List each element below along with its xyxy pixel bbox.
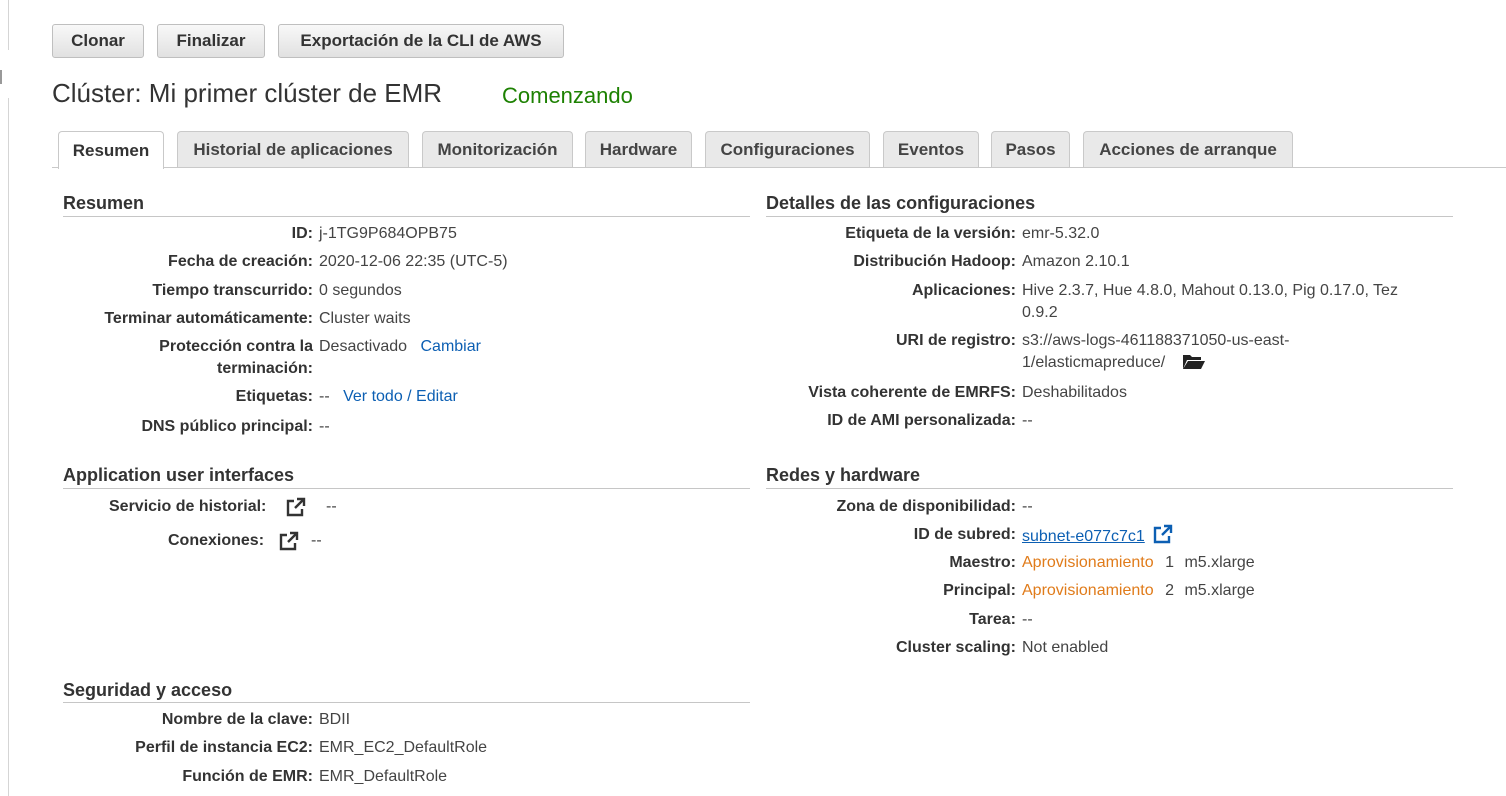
master-count: 1 bbox=[1165, 554, 1174, 571]
custom-ami-value: -- bbox=[1022, 412, 1033, 429]
termination-protection-value: Desactivado Cambiar bbox=[319, 336, 481, 358]
core-status: Aprovisionamiento bbox=[1022, 582, 1154, 599]
left-border-top bbox=[8, 0, 9, 50]
tab-summary[interactable]: Resumen bbox=[58, 131, 164, 169]
created-label: Fecha de creación: bbox=[168, 253, 313, 270]
instance-profile-label: Perfil de instancia EC2: bbox=[135, 739, 313, 756]
task-label: Tarea: bbox=[969, 611, 1016, 628]
applications-value-line2: 0.9.2 bbox=[1022, 304, 1058, 321]
created-value: 2020-12-06 22:35 (UTC-5) bbox=[319, 253, 508, 270]
app-ui-section-title: Application user interfaces bbox=[63, 465, 295, 485]
cluster-status: Comenzando bbox=[502, 83, 633, 108]
autoterminate-label: Terminar automáticamente: bbox=[104, 310, 313, 327]
change-protection-link[interactable]: Cambiar bbox=[421, 338, 481, 355]
tab-events[interactable]: Eventos bbox=[883, 131, 979, 168]
app-ui-section-rule bbox=[63, 488, 750, 489]
hadoop-value: Amazon 2.10.1 bbox=[1022, 253, 1130, 270]
tags-empty: -- bbox=[319, 388, 330, 405]
config-section-rule bbox=[766, 216, 1453, 217]
termination-protection-state: Desactivado bbox=[319, 338, 408, 355]
log-uri-line1: s3://aws-logs-461188371050-us-east- bbox=[1022, 332, 1290, 349]
page-title: Clúster: Mi primer clúster de EMR bbox=[52, 78, 443, 108]
key-name-value: BDII bbox=[319, 711, 351, 728]
core-label: Principal: bbox=[943, 582, 1016, 599]
log-uri-label: URI de registro: bbox=[895, 332, 1016, 349]
subnet-label: ID de subred: bbox=[913, 526, 1016, 543]
emrfs-label: Vista coherente de EMRFS: bbox=[808, 384, 1016, 401]
master-value: Aprovisionamiento 1 m5.xlarge bbox=[1022, 552, 1255, 574]
tab-configurations[interactable]: Configuraciones bbox=[705, 131, 870, 168]
tags-label: Etiquetas: bbox=[235, 388, 313, 405]
release-label: Etiqueta de la versión: bbox=[845, 225, 1016, 242]
key-name-label: Nombre de la clave: bbox=[161, 711, 313, 728]
tags-value: -- Ver todo / Editar bbox=[319, 386, 458, 408]
emr-role-value: EMR_DefaultRole bbox=[319, 768, 448, 785]
cluster-scaling-value: Not enabled bbox=[1022, 639, 1109, 656]
termination-protection-label-line2: terminación: bbox=[216, 360, 313, 377]
config-section-title: Detalles de las configuraciones bbox=[766, 193, 1036, 213]
network-section-rule bbox=[766, 488, 1453, 489]
elapsed-value: 0 segundos bbox=[319, 282, 402, 299]
applications-label: Aplicaciones: bbox=[911, 282, 1016, 299]
connections-label: Conexiones: bbox=[168, 532, 265, 549]
applications-value: Hive 2.3.7, Hue 4.8.0, Mahout 0.13.0, Pi… bbox=[1022, 280, 1398, 324]
task-value: -- bbox=[1022, 611, 1033, 628]
history-server-label: Servicio de historial: bbox=[109, 498, 267, 515]
export-cli-button[interactable]: Exportación de la CLI de AWS bbox=[278, 24, 564, 58]
history-external-link-icon[interactable] bbox=[286, 497, 306, 522]
subnet-external-link-icon[interactable] bbox=[1153, 524, 1173, 551]
connections-value: -- bbox=[311, 532, 322, 549]
emr-role-label: Función de EMR: bbox=[182, 768, 313, 785]
public-dns-value: -- bbox=[319, 418, 330, 435]
tab-bootstrap-actions[interactable]: Acciones de arranque bbox=[1083, 131, 1293, 168]
left-border bbox=[8, 98, 9, 796]
tab-monitoring[interactable]: Monitorización bbox=[422, 131, 573, 168]
availability-zone-label: Zona de disponibilidad: bbox=[836, 498, 1016, 515]
finish-button[interactable]: Finalizar bbox=[157, 24, 265, 58]
elapsed-label: Tiempo transcurrido: bbox=[152, 282, 313, 299]
termination-protection-label-line1: Protección contra la bbox=[159, 338, 313, 355]
tab-steps[interactable]: Pasos bbox=[991, 131, 1070, 168]
folder-icon[interactable] bbox=[1182, 352, 1206, 377]
autoterminate-value: Cluster waits bbox=[319, 310, 411, 327]
tab-hardware[interactable]: Hardware bbox=[585, 131, 692, 168]
emrfs-value: Deshabilitados bbox=[1022, 384, 1127, 401]
public-dns-label: DNS público principal: bbox=[141, 418, 313, 435]
clone-button[interactable]: Clonar bbox=[52, 24, 144, 58]
summary-section-rule bbox=[63, 216, 750, 217]
security-section-rule bbox=[63, 702, 750, 703]
core-count: 2 bbox=[1165, 582, 1174, 599]
custom-ami-label: ID de AMI personalizada: bbox=[827, 412, 1016, 429]
release-value: emr-5.32.0 bbox=[1022, 225, 1100, 242]
master-label: Maestro: bbox=[949, 554, 1016, 571]
log-uri-value: s3://aws-logs-461188371050-us-east- 1/el… bbox=[1022, 330, 1289, 377]
left-border-mark bbox=[0, 70, 2, 84]
termination-protection-label: Protección contra la terminación: bbox=[159, 336, 313, 380]
history-server-row: Servicio de historial: bbox=[109, 496, 266, 518]
id-label: ID: bbox=[291, 225, 313, 242]
instance-profile-value: EMR_EC2_DefaultRole bbox=[319, 739, 488, 756]
id-value: j-1TG9P684OPB75 bbox=[319, 225, 457, 242]
log-uri-line2: 1/elasticmapreduce/ bbox=[1022, 354, 1166, 371]
summary-section-title: Resumen bbox=[63, 193, 145, 213]
network-section-title: Redes y hardware bbox=[766, 465, 921, 485]
master-status: Aprovisionamiento bbox=[1022, 554, 1154, 571]
subnet-link[interactable]: subnet-e077c7c1 bbox=[1022, 528, 1145, 545]
core-instance-type: m5.xlarge bbox=[1184, 582, 1255, 599]
history-server-value: -- bbox=[326, 498, 337, 515]
security-section-title: Seguridad y acceso bbox=[63, 680, 233, 700]
hadoop-label: Distribución Hadoop: bbox=[853, 253, 1016, 270]
tab-application-history[interactable]: Historial de aplicaciones bbox=[177, 131, 409, 168]
view-edit-tags-link[interactable]: Ver todo / Editar bbox=[343, 388, 458, 405]
core-value: Aprovisionamiento 2 m5.xlarge bbox=[1022, 580, 1255, 602]
master-instance-type: m5.xlarge bbox=[1184, 554, 1255, 571]
connections-external-link-icon[interactable] bbox=[279, 531, 299, 556]
subnet-value-row: subnet-e077c7c1 bbox=[1022, 524, 1173, 551]
tab-divider bbox=[52, 167, 1506, 168]
cluster-scaling-label: Cluster scaling: bbox=[895, 639, 1016, 656]
availability-zone-value: -- bbox=[1022, 498, 1033, 515]
applications-value-line1: Hive 2.3.7, Hue 4.8.0, Mahout 0.13.0, Pi… bbox=[1022, 282, 1398, 299]
